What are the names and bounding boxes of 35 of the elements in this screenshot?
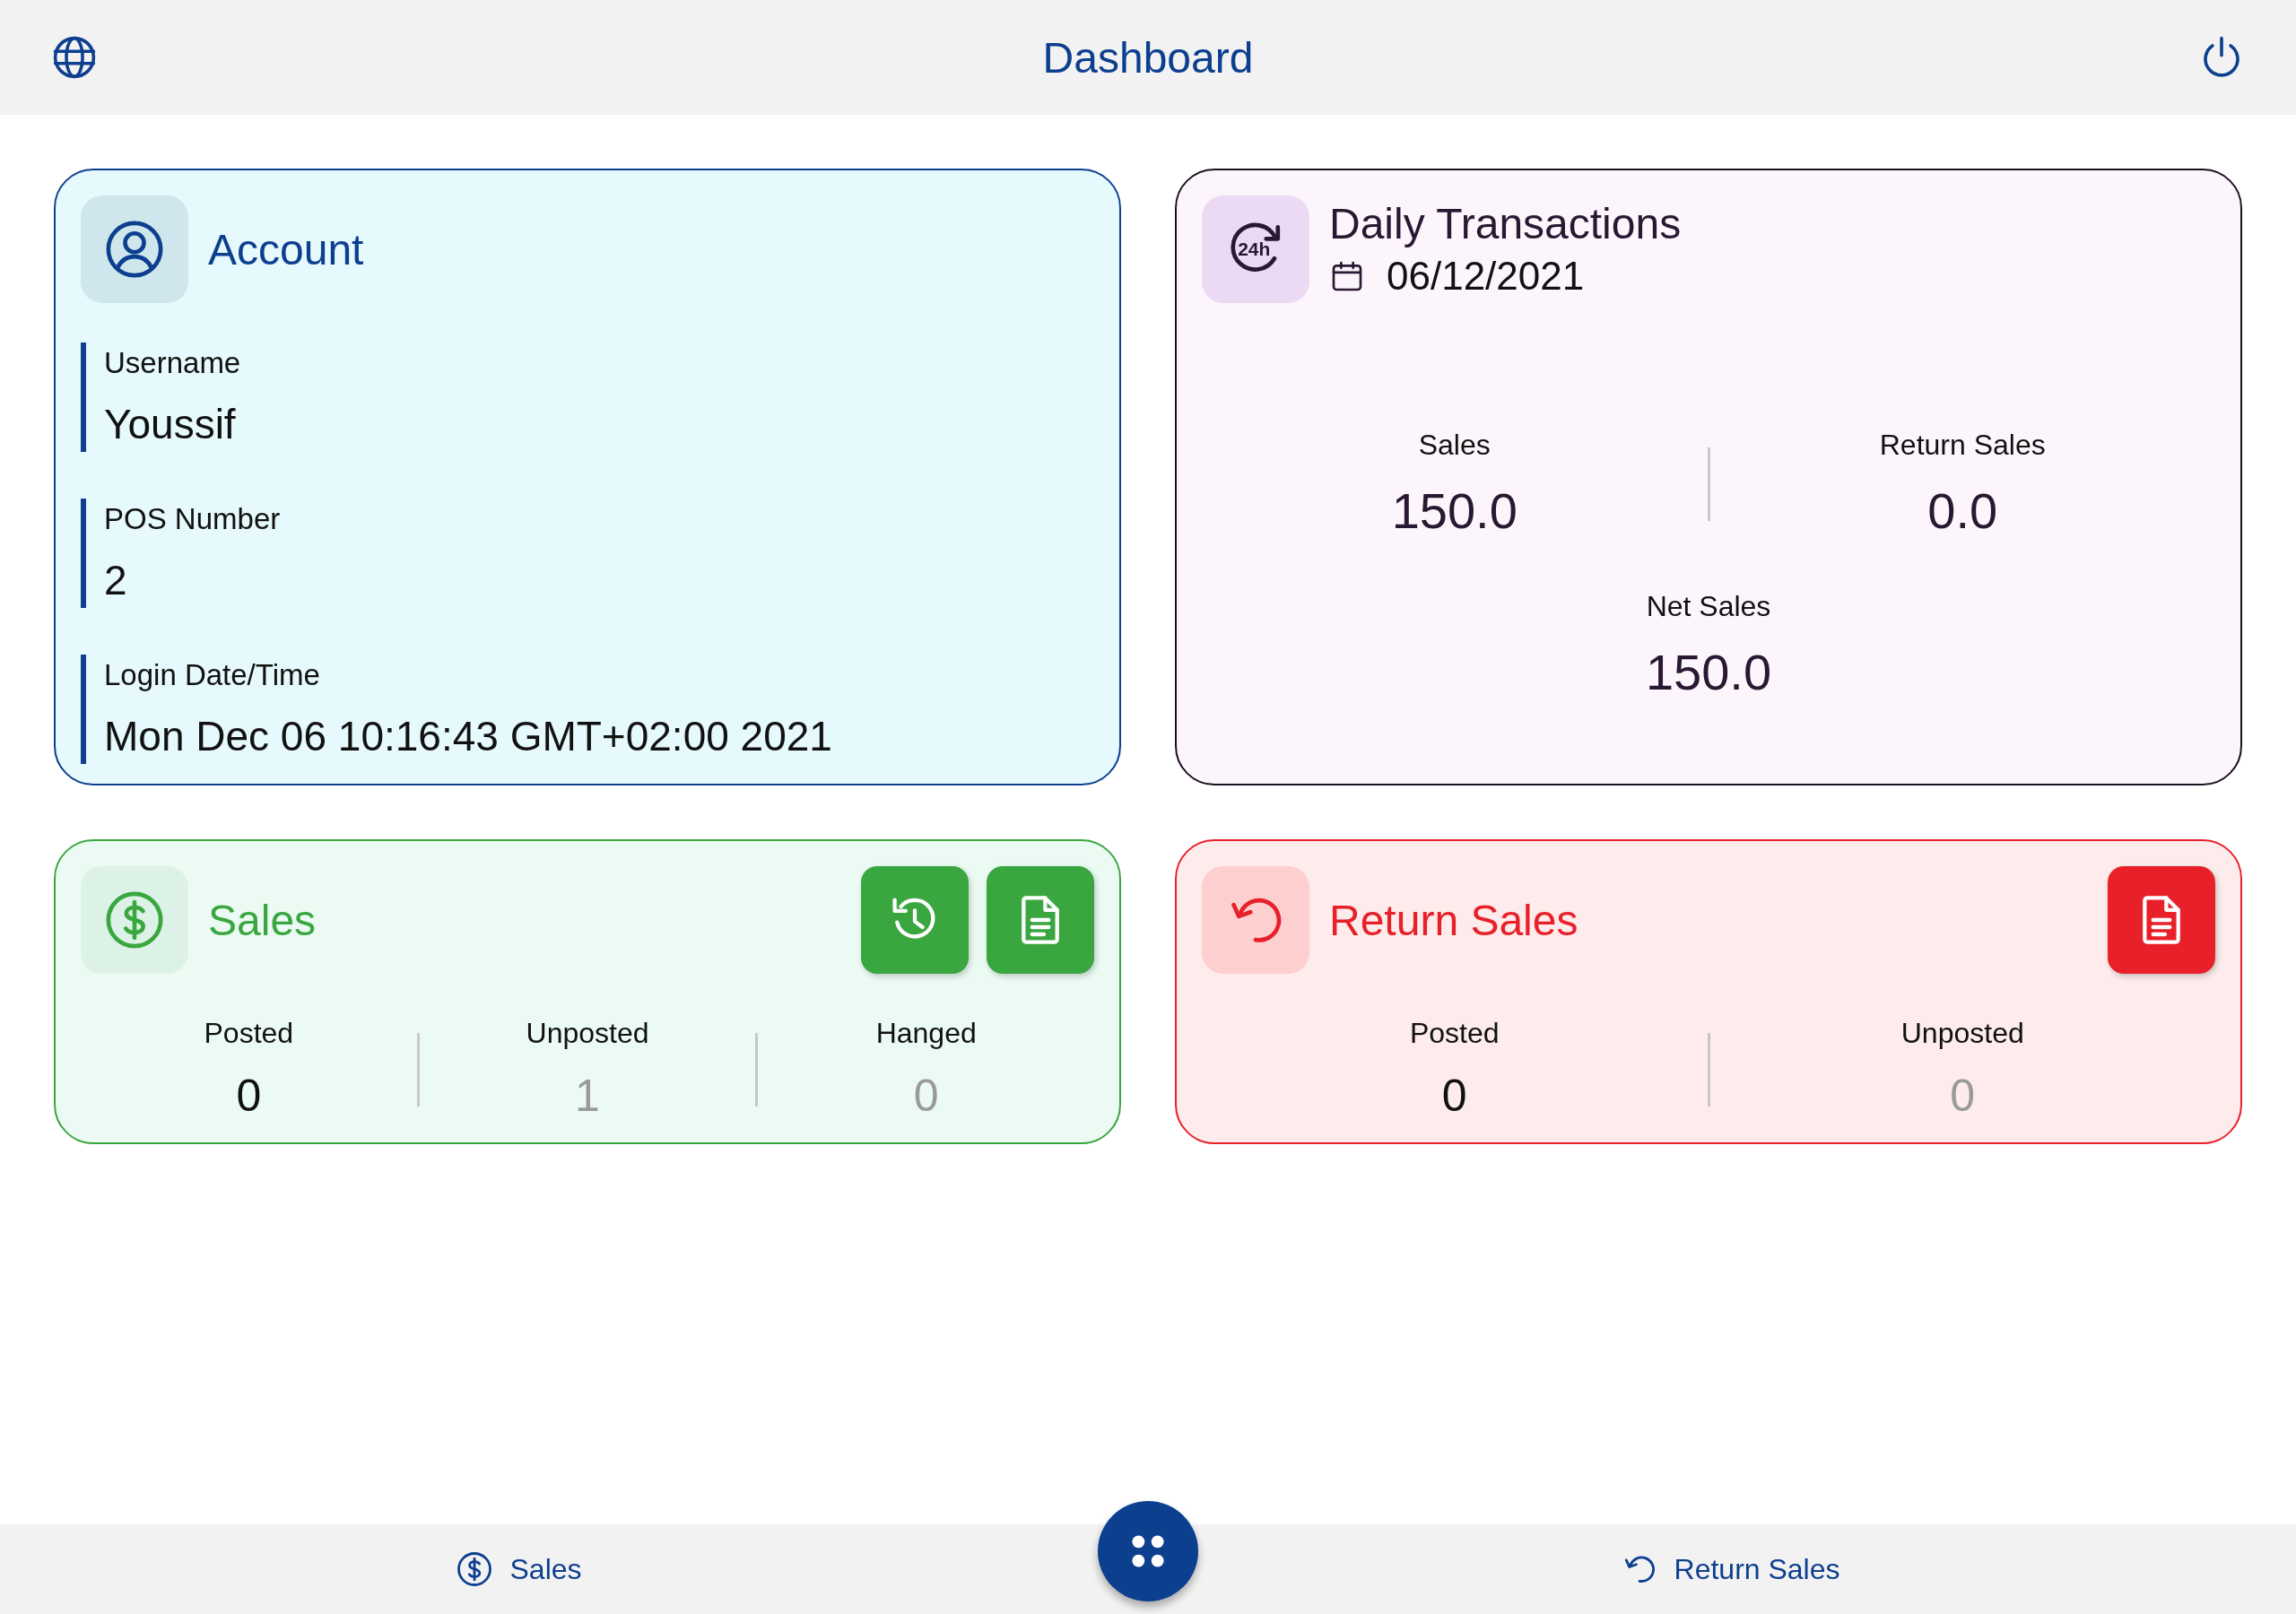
stat-value: 0 (913, 1070, 939, 1122)
card-title: Account (208, 224, 364, 274)
history-button[interactable] (861, 866, 969, 974)
stat-value: 0.0 (1927, 482, 1998, 540)
stat-value: 0 (1950, 1070, 1976, 1122)
stat-label: Hanged (875, 1017, 977, 1050)
page-title: Dashboard (1042, 32, 1254, 82)
menu-fab-button[interactable] (1098, 1501, 1198, 1601)
stat-label: Return Sales (1879, 429, 2046, 462)
card-title: Sales (208, 895, 317, 945)
stat-label: Sales (1418, 429, 1491, 462)
stat-value: 150.0 (1645, 643, 1772, 701)
stat-value: 0 (1441, 1070, 1467, 1122)
stat-label: Unposted (526, 1017, 649, 1050)
stat-value: 1 (575, 1070, 600, 1122)
report-button[interactable] (2108, 866, 2215, 974)
stat-value: 0 (236, 1070, 262, 1122)
field-value: Youssif (104, 400, 237, 448)
stat-label: Net Sales (1646, 590, 1771, 623)
date-text: 06/12/2021 (1387, 254, 1585, 299)
stat-label: Posted (1409, 1017, 1500, 1050)
report-button[interactable] (987, 866, 1094, 974)
stat-label: Unposted (1900, 1017, 2024, 1050)
stat-label: Posted (204, 1017, 294, 1050)
card-title: Daily Transactions (1329, 199, 1682, 248)
nav-item[interactable]: Return Sales (1616, 1547, 1844, 1592)
stat-value: 150.0 (1391, 482, 1518, 540)
field-label: Username (104, 346, 242, 380)
field-label: POS Number (104, 502, 282, 536)
field-value: Mon Dec 06 10:16:43 GMT+02:00 2021 (104, 712, 833, 760)
dollar-icon (456, 1550, 494, 1588)
field-label: Login Date/Time (104, 658, 321, 692)
field-value: 2 (104, 556, 128, 604)
card-title: Return Sales (1329, 895, 1579, 945)
nav-item[interactable]: Sales (452, 1547, 586, 1592)
